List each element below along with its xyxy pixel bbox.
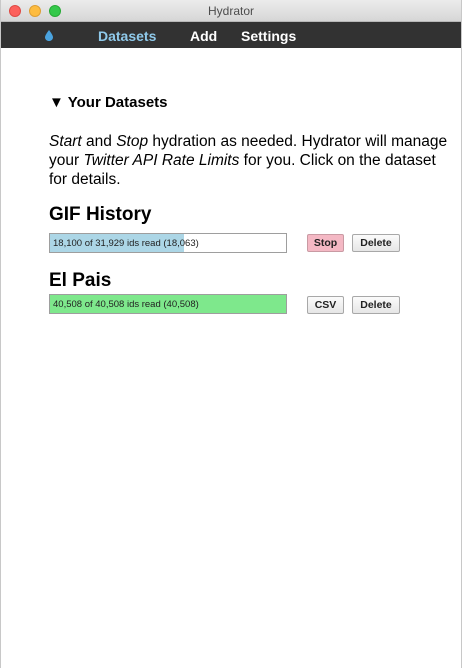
intro-start: Start bbox=[49, 133, 82, 150]
intro-text: Start and Stop hydration as needed. Hydr… bbox=[49, 132, 454, 189]
water-drop-icon[interactable] bbox=[45, 30, 53, 41]
csv-button[interactable]: CSV bbox=[307, 296, 344, 314]
dataset-title[interactable]: GIF History bbox=[49, 204, 151, 226]
top-navigation: Datasets Add Settings bbox=[1, 22, 461, 48]
nav-settings[interactable]: Settings bbox=[241, 28, 296, 44]
nav-datasets[interactable]: Datasets bbox=[98, 28, 156, 44]
dataset-title[interactable]: El Pais bbox=[49, 270, 111, 292]
intro-rate-limits: Twitter API Rate Limits bbox=[83, 152, 240, 169]
window-title: Hydrator bbox=[207, 4, 254, 18]
delete-button[interactable]: Delete bbox=[352, 296, 400, 314]
title-bar: Hydrator bbox=[1, 0, 461, 22]
dataset-progress-bar[interactable]: 40,508 of 40,508 ids read (40,508) bbox=[49, 294, 287, 314]
intro-and: and bbox=[81, 133, 117, 150]
progress-text: 40,508 of 40,508 ids read (40,508) bbox=[53, 299, 199, 310]
stop-button[interactable]: Stop bbox=[307, 234, 344, 252]
progress-text: 18,100 of 31,929 ids read (18,063) bbox=[53, 238, 199, 249]
your-datasets-heading[interactable]: ▼ Your Datasets bbox=[49, 94, 168, 111]
nav-add[interactable]: Add bbox=[190, 28, 217, 44]
delete-button[interactable]: Delete bbox=[352, 234, 400, 252]
app-window: Hydrator Datasets Add Settings ▼ Your Da… bbox=[0, 0, 462, 668]
dataset-progress-bar[interactable]: 18,100 of 31,929 ids read (18,063) bbox=[49, 233, 287, 253]
intro-stop: Stop bbox=[116, 133, 149, 150]
